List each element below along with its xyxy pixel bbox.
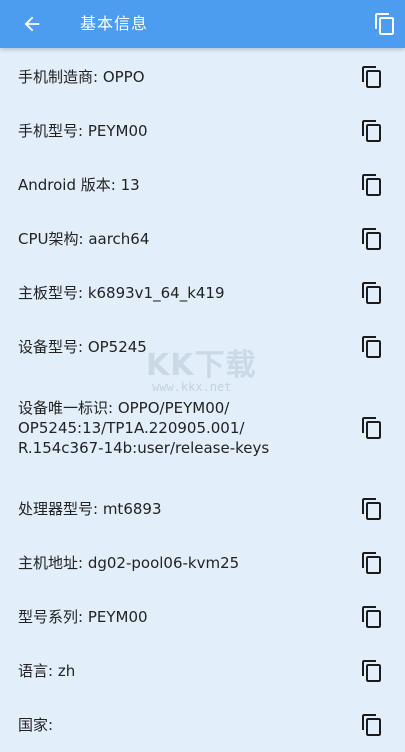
copy-button[interactable] bbox=[359, 226, 385, 252]
info-row-text: 手机制造商: OPPO bbox=[18, 68, 145, 86]
info-row-text: 国家: bbox=[18, 716, 54, 734]
info-row-text: 主板型号: k6893v1_64_k419 bbox=[18, 284, 225, 302]
info-row: 语言: zh bbox=[0, 644, 405, 698]
info-row: 手机型号: PEYM00 bbox=[0, 104, 405, 158]
info-row-text: 处理器型号: mt6893 bbox=[18, 500, 162, 518]
page-title: 基本信息 bbox=[80, 14, 149, 33]
copy-icon bbox=[362, 120, 381, 142]
info-row: 设备型号: OP5245 bbox=[0, 320, 405, 374]
copy-icon bbox=[362, 714, 381, 736]
info-row-text: CPU架构: aarch64 bbox=[18, 230, 150, 248]
info-row: 国家: bbox=[0, 698, 405, 752]
back-button[interactable] bbox=[18, 10, 46, 38]
copy-button[interactable] bbox=[359, 496, 385, 522]
info-row-text: 设备唯一标识: OPPO/PEYM00/ OP5245:13/TP1A.2209… bbox=[18, 399, 270, 457]
info-row-text: 语言: zh bbox=[18, 662, 76, 680]
copy-button[interactable] bbox=[359, 334, 385, 360]
copy-icon bbox=[362, 174, 381, 196]
info-row-text: Android 版本: 13 bbox=[18, 176, 140, 194]
info-row-text: 型号系列: PEYM00 bbox=[18, 608, 148, 626]
info-row: 型号系列: PEYM00 bbox=[0, 590, 405, 644]
info-row: Android 版本: 13 bbox=[0, 158, 405, 212]
copy-button[interactable] bbox=[359, 604, 385, 630]
copy-icon bbox=[362, 228, 381, 250]
info-row: 处理器型号: mt6893 bbox=[0, 482, 405, 536]
copy-button[interactable] bbox=[359, 172, 385, 198]
copy-icon bbox=[362, 417, 381, 439]
copy-icon bbox=[362, 660, 381, 682]
info-row-text: 主机地址: dg02-pool06-kvm25 bbox=[18, 554, 240, 572]
app-bar: 基本信息 bbox=[0, 0, 405, 48]
info-row-text: 设备型号: OP5245 bbox=[18, 338, 147, 356]
copy-icon bbox=[362, 336, 381, 358]
copy-button[interactable] bbox=[359, 415, 385, 441]
copy-icon bbox=[375, 13, 394, 35]
arrow-left-icon bbox=[24, 16, 40, 32]
copy-button[interactable] bbox=[359, 658, 385, 684]
copy-all-button[interactable] bbox=[371, 10, 399, 38]
copy-icon bbox=[362, 66, 381, 88]
info-row: 设备唯一标识: OPPO/PEYM00/ OP5245:13/TP1A.2209… bbox=[0, 374, 405, 482]
copy-icon bbox=[362, 282, 381, 304]
copy-button[interactable] bbox=[359, 712, 385, 738]
copy-button[interactable] bbox=[359, 118, 385, 144]
info-row: 主板型号: k6893v1_64_k419 bbox=[0, 266, 405, 320]
info-row: CPU架构: aarch64 bbox=[0, 212, 405, 266]
copy-icon bbox=[362, 498, 381, 520]
info-row: 主机地址: dg02-pool06-kvm25 bbox=[0, 536, 405, 590]
copy-icon bbox=[362, 606, 381, 628]
copy-button[interactable] bbox=[359, 550, 385, 576]
copy-button[interactable] bbox=[359, 280, 385, 306]
copy-icon bbox=[362, 552, 381, 574]
copy-button[interactable] bbox=[359, 64, 385, 90]
info-row-text: 手机型号: PEYM00 bbox=[18, 122, 148, 140]
info-row: 手机制造商: OPPO bbox=[0, 50, 405, 104]
info-list: 手机制造商: OPPO 手机型号: PEYM00 Android 版本: 13 CPU… bbox=[0, 50, 405, 752]
